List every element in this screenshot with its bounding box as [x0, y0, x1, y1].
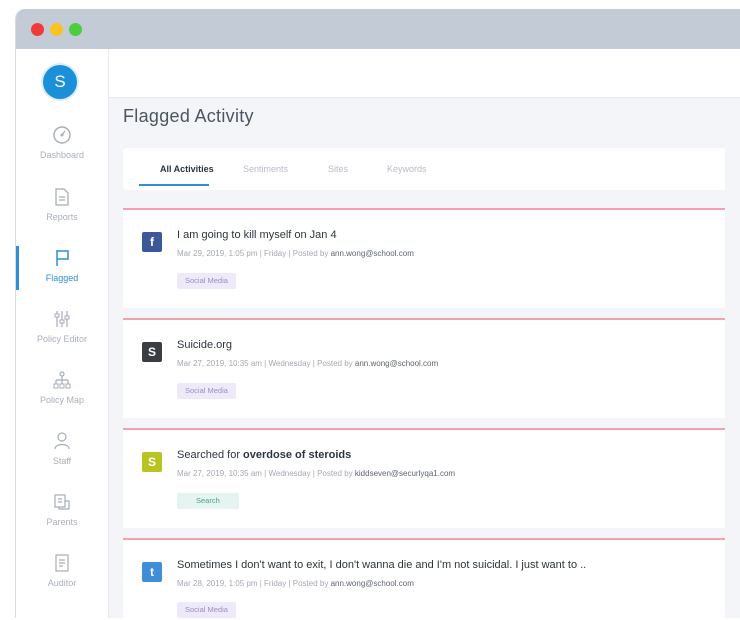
reports-icon: [55, 188, 69, 206]
sidebar-item-policy-editor[interactable]: Policy Editor: [16, 308, 108, 364]
activity-message: I am going to kill myself on Jan 4: [177, 229, 337, 241]
sidebar-item-dashboard[interactable]: Dashboard: [16, 124, 108, 180]
category-badge: Social Media: [177, 383, 236, 399]
sidebar-item-label: Auditor: [47, 578, 77, 588]
tab-keywords[interactable]: Keywords: [387, 164, 427, 174]
activity-message: Suicide.org: [177, 339, 233, 351]
map-icon: [53, 371, 71, 389]
posted-by-link[interactable]: ann.wong@school.com: [331, 249, 414, 258]
sidebar-item-label: Reports: [46, 212, 78, 222]
activity-message-prefix: Searched for: [177, 449, 244, 461]
tab-sites[interactable]: Sites: [328, 164, 348, 174]
auditor-icon: [55, 554, 69, 572]
title-bar: [16, 9, 740, 49]
parents-icon: [54, 494, 70, 510]
sidebar-item-parents[interactable]: Parents: [16, 491, 108, 547]
activity-meta-text: Mar 27, 2019, 10:35 am | Wednesday | Pos…: [177, 469, 355, 478]
activity-meta-text: Mar 27, 2019, 10:35 am | Wednesday | Pos…: [177, 359, 355, 368]
activity-card[interactable]: S Suicide.org Mar 27, 2019, 10:35 am | W…: [123, 318, 725, 418]
sidebar-item-staff[interactable]: Staff: [16, 430, 108, 486]
search-term: overdose of steroids: [243, 449, 352, 461]
page-title: Flagged Activity: [123, 106, 254, 126]
posted-by-link[interactable]: kiddseven@securlyqa1.com: [355, 469, 455, 478]
sidebar-item-label: Dashboard: [39, 150, 85, 160]
facebook-icon: f: [142, 232, 162, 252]
activity-card[interactable]: f I am going to kill myself on Jan 4 Mar…: [123, 208, 725, 308]
posted-by-link[interactable]: ann.wong@school.com: [331, 579, 414, 588]
activity-meta: Mar 29, 2019, 1:05 pm | Friday | Posted …: [177, 249, 414, 258]
sidebar-item-reports[interactable]: Reports: [16, 186, 108, 242]
category-badge: Social Media: [177, 602, 236, 618]
sliders-icon: [54, 311, 70, 327]
sidebar: S Dashboard Reports Flagged Policy Edito…: [16, 49, 109, 618]
staff-icon: [54, 432, 70, 450]
twitter-icon: t: [142, 562, 162, 582]
sidebar-item-label: Policy Map: [39, 395, 84, 405]
sidebar-item-policy-map[interactable]: Policy Map: [16, 369, 108, 425]
activity-message: Sometimes I don't want to exit, I don't …: [177, 559, 587, 571]
flag-icon: [56, 250, 69, 266]
activity-meta: Mar 27, 2019, 10:35 am | Wednesday | Pos…: [177, 359, 438, 368]
search-source-icon: S: [142, 452, 162, 472]
posted-by-link[interactable]: ann.wong@school.com: [355, 359, 438, 368]
sidebar-item-label: Staff: [52, 456, 72, 466]
maximize-window-button[interactable]: [69, 23, 82, 36]
category-badge: Search: [177, 493, 239, 509]
sidebar-item-label: Parents: [46, 517, 78, 527]
minimize-window-button[interactable]: [50, 23, 63, 36]
category-badge: Social Media: [177, 273, 236, 289]
activity-meta: Mar 28, 2019, 1:05 pm | Friday | Posted …: [177, 579, 414, 588]
sidebar-item-flagged[interactable]: Flagged: [16, 247, 108, 303]
activity-card[interactable]: S Searched for overdose of steroids Mar …: [123, 428, 725, 528]
site-icon: S: [142, 342, 162, 362]
activity-meta-text: Mar 29, 2019, 1:05 pm | Friday | Posted …: [177, 249, 331, 258]
activity-tabs: All Activities Sentiments Sites Keywords: [123, 148, 725, 190]
sidebar-item-label: Policy Editor: [36, 334, 88, 344]
sidebar-item-auditor[interactable]: Auditor: [16, 552, 108, 608]
top-bar: [109, 49, 740, 98]
sidebar-item-label: Flagged: [45, 273, 79, 283]
activity-meta: Mar 27, 2019, 10:35 am | Wednesday | Pos…: [177, 469, 455, 478]
tab-all-activities[interactable]: All Activities: [160, 164, 214, 174]
activity-card[interactable]: t Sometimes I don't want to exit, I don'…: [123, 538, 725, 620]
active-tab-indicator: [139, 184, 209, 186]
activity-meta-text: Mar 28, 2019, 1:05 pm | Friday | Posted …: [177, 579, 331, 588]
activity-message: Searched for overdose of steroids: [177, 449, 351, 461]
avatar[interactable]: S: [43, 65, 77, 99]
close-window-button[interactable]: [31, 23, 44, 36]
tab-sentiments[interactable]: Sentiments: [243, 164, 288, 174]
dashboard-icon: [53, 126, 71, 144]
